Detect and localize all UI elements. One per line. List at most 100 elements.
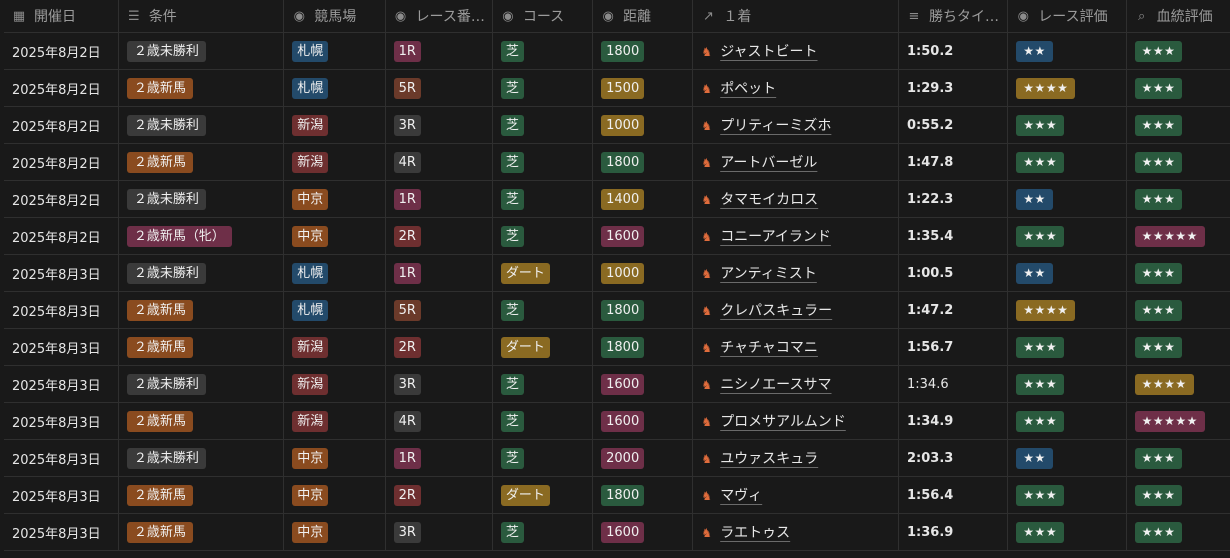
race-rating-cell[interactable]: ★★ — [1007, 439, 1127, 477]
condition-cell[interactable]: ２歳未勝利 — [117, 365, 285, 403]
race-rating-cell[interactable]: ★★★ — [1007, 106, 1127, 144]
venue-cell[interactable]: 新潟 — [283, 106, 386, 144]
course-cell[interactable]: ダート — [491, 328, 594, 366]
time-cell[interactable]: 1:22.3 — [897, 180, 1009, 218]
time-cell[interactable]: 1:34.6 — [897, 365, 1009, 403]
venue-cell[interactable]: 中京 — [283, 476, 386, 514]
race-number-cell[interactable]: 1R — [384, 32, 493, 70]
race-number-cell[interactable]: 2R — [384, 328, 493, 366]
time-cell[interactable]: 1:35.4 — [897, 217, 1009, 255]
winner-link[interactable]: ユウァスキュラ — [720, 451, 818, 467]
winner-cell[interactable]: ♞ プリティーミズホ — [692, 106, 899, 144]
winner-cell[interactable]: ♞ タマモイカロス — [692, 180, 899, 218]
pedigree-rating-cell[interactable]: ★★★★ — [1125, 365, 1230, 403]
date-cell[interactable]: 2025年8月3日 — [4, 365, 119, 403]
course-cell[interactable]: ダート — [491, 254, 594, 292]
winner-cell[interactable]: ♞ コニーアイランド — [692, 217, 899, 255]
winner-link[interactable]: ニシノエースサマ — [720, 377, 831, 393]
time-cell[interactable]: 1:34.9 — [897, 402, 1009, 440]
column-header[interactable]: ◉ レース評価 — [1007, 0, 1127, 33]
race-rating-cell[interactable]: ★★ — [1007, 32, 1127, 70]
table-row[interactable]: 2025年8月2日 ２歳未勝利 新潟 3R 芝 1000 ♞ プリティーミズホ 0:55.2 ★★… — [4, 106, 1230, 144]
winner-link[interactable]: アートバーゼル — [720, 155, 817, 171]
distance-cell[interactable]: 1800 — [592, 291, 694, 329]
table-row[interactable]: 2025年8月3日 ２歳未勝利 新潟 3R 芝 1600 ♞ ニシノエースサマ 1:34.6 ★★… — [4, 365, 1230, 403]
condition-cell[interactable]: ２歳新馬 — [117, 143, 285, 181]
pedigree-rating-cell[interactable]: ★★★ — [1125, 328, 1230, 366]
pedigree-rating-cell[interactable]: ★★★ — [1125, 32, 1230, 70]
race-number-cell[interactable]: 1R — [384, 180, 493, 218]
race-number-cell[interactable]: 3R — [384, 106, 493, 144]
date-cell[interactable]: 2025年8月2日 — [4, 69, 119, 107]
winner-link[interactable]: クレパスキュラー — [720, 303, 832, 319]
column-header[interactable]: ▦ 開催日 — [4, 0, 119, 33]
time-cell[interactable]: 1:47.8 — [897, 143, 1009, 181]
winner-cell[interactable]: ♞ ニシノエースサマ — [692, 365, 899, 403]
table-row[interactable]: 2025年8月2日 ２歳未勝利 札幌 1R 芝 1800 ♞ ジャストビート 1:50.2 ★★ ★… — [4, 32, 1230, 70]
time-cell[interactable]: 1:56.7 — [897, 328, 1009, 366]
pedigree-rating-cell[interactable]: ★★★ — [1125, 180, 1230, 218]
race-number-cell[interactable]: 2R — [384, 217, 493, 255]
race-rating-cell[interactable]: ★★★★ — [1007, 291, 1127, 329]
venue-cell[interactable]: 札幌 — [283, 69, 386, 107]
course-cell[interactable]: 芝 — [491, 106, 594, 144]
distance-cell[interactable]: 1800 — [592, 32, 694, 70]
distance-cell[interactable]: 1800 — [592, 143, 694, 181]
venue-cell[interactable]: 新潟 — [283, 143, 386, 181]
table-row[interactable]: 2025年8月3日 ２歳新馬 新潟 4R 芝 1600 ♞ プロメサアルムンド 1:34.9 ★★… — [4, 402, 1230, 440]
condition-cell[interactable]: ２歳未勝利 — [117, 32, 285, 70]
venue-cell[interactable]: 中京 — [283, 513, 386, 551]
course-cell[interactable]: 芝 — [491, 291, 594, 329]
date-cell[interactable]: 2025年8月2日 — [4, 32, 119, 70]
course-cell[interactable]: 芝 — [491, 143, 594, 181]
date-cell[interactable]: 2025年8月2日 — [4, 143, 119, 181]
condition-cell[interactable]: ２歳新馬（牝） — [117, 217, 285, 255]
winner-link[interactable]: ジャストビート — [720, 44, 817, 60]
race-number-cell[interactable]: 1R — [384, 439, 493, 477]
table-row[interactable]: 2025年8月3日 ２歳新馬 札幌 5R 芝 1800 ♞ クレパスキュラー 1:47.2 ★★★… — [4, 291, 1230, 329]
winner-cell[interactable]: ♞ ジャストビート — [692, 32, 899, 70]
winner-link[interactable]: プロメサアルムンド — [720, 414, 846, 430]
race-rating-cell[interactable]: ★★★ — [1007, 402, 1127, 440]
column-header[interactable]: ◉ レース番… — [384, 0, 493, 33]
course-cell[interactable]: 芝 — [491, 513, 594, 551]
table-row[interactable]: 2025年8月2日 ２歳未勝利 中京 1R 芝 1400 ♞ タマモイカロス 1:22.3 ★★ ★… — [4, 180, 1230, 218]
distance-cell[interactable]: 2000 — [592, 439, 694, 477]
race-rating-cell[interactable]: ★★ — [1007, 254, 1127, 292]
column-header[interactable]: ◉ コース — [491, 0, 594, 33]
winner-cell[interactable]: ♞ アンティミスト — [692, 254, 899, 292]
time-cell[interactable]: 1:29.3 — [897, 69, 1009, 107]
column-header[interactable]: ◉ 距離 — [592, 0, 694, 33]
condition-cell[interactable]: ２歳新馬 — [117, 69, 285, 107]
condition-cell[interactable]: ２歳未勝利 — [117, 106, 285, 144]
column-header[interactable]: ⌕ 血統評価 — [1125, 0, 1230, 33]
time-cell[interactable]: 1:47.2 — [897, 291, 1009, 329]
date-cell[interactable]: 2025年8月3日 — [4, 402, 119, 440]
pedigree-rating-cell[interactable]: ★★★ — [1125, 254, 1230, 292]
winner-link[interactable]: チャチャコマニ — [720, 340, 818, 356]
table-row[interactable]: 2025年8月2日 ２歳新馬 新潟 4R 芝 1800 ♞ アートバーゼル 1:47.8 ★★★ ★… — [4, 143, 1230, 181]
time-cell[interactable]: 1:36.9 — [897, 513, 1009, 551]
date-cell[interactable]: 2025年8月3日 — [4, 291, 119, 329]
race-rating-cell[interactable]: ★★★ — [1007, 328, 1127, 366]
winner-link[interactable]: マヴィ — [720, 488, 762, 504]
table-row[interactable]: 2025年8月2日 ２歳新馬 札幌 5R 芝 1500 ♞ ポペット 1:29.3 ★★★★ ★★★ — [4, 69, 1230, 107]
table-row[interactable]: 2025年8月2日 ２歳新馬（牝） 中京 2R 芝 1600 ♞ コニーアイランド 1:35.4… — [4, 217, 1230, 255]
venue-cell[interactable]: 札幌 — [283, 254, 386, 292]
condition-cell[interactable]: ２歳未勝利 — [117, 439, 285, 477]
winner-cell[interactable]: ♞ プロメサアルムンド — [692, 402, 899, 440]
winner-link[interactable]: アンティミスト — [720, 266, 817, 282]
venue-cell[interactable]: 札幌 — [283, 32, 386, 70]
table-row[interactable]: 2025年8月3日 ２歳新馬 新潟 2R ダート 1800 ♞ チャチャコマニ 1:56.7 ★★… — [4, 328, 1230, 366]
race-rating-cell[interactable]: ★★★ — [1007, 143, 1127, 181]
pedigree-rating-cell[interactable]: ★★★ — [1125, 439, 1230, 477]
distance-cell[interactable]: 1000 — [592, 106, 694, 144]
race-number-cell[interactable]: 3R — [384, 513, 493, 551]
winner-cell[interactable]: ♞ マヴィ — [692, 476, 899, 514]
winner-cell[interactable]: ♞ チャチャコマニ — [692, 328, 899, 366]
pedigree-rating-cell[interactable]: ★★★ — [1125, 106, 1230, 144]
venue-cell[interactable]: 新潟 — [283, 402, 386, 440]
pedigree-rating-cell[interactable]: ★★★★★ — [1125, 217, 1230, 255]
date-cell[interactable]: 2025年8月3日 — [4, 328, 119, 366]
venue-cell[interactable]: 札幌 — [283, 291, 386, 329]
